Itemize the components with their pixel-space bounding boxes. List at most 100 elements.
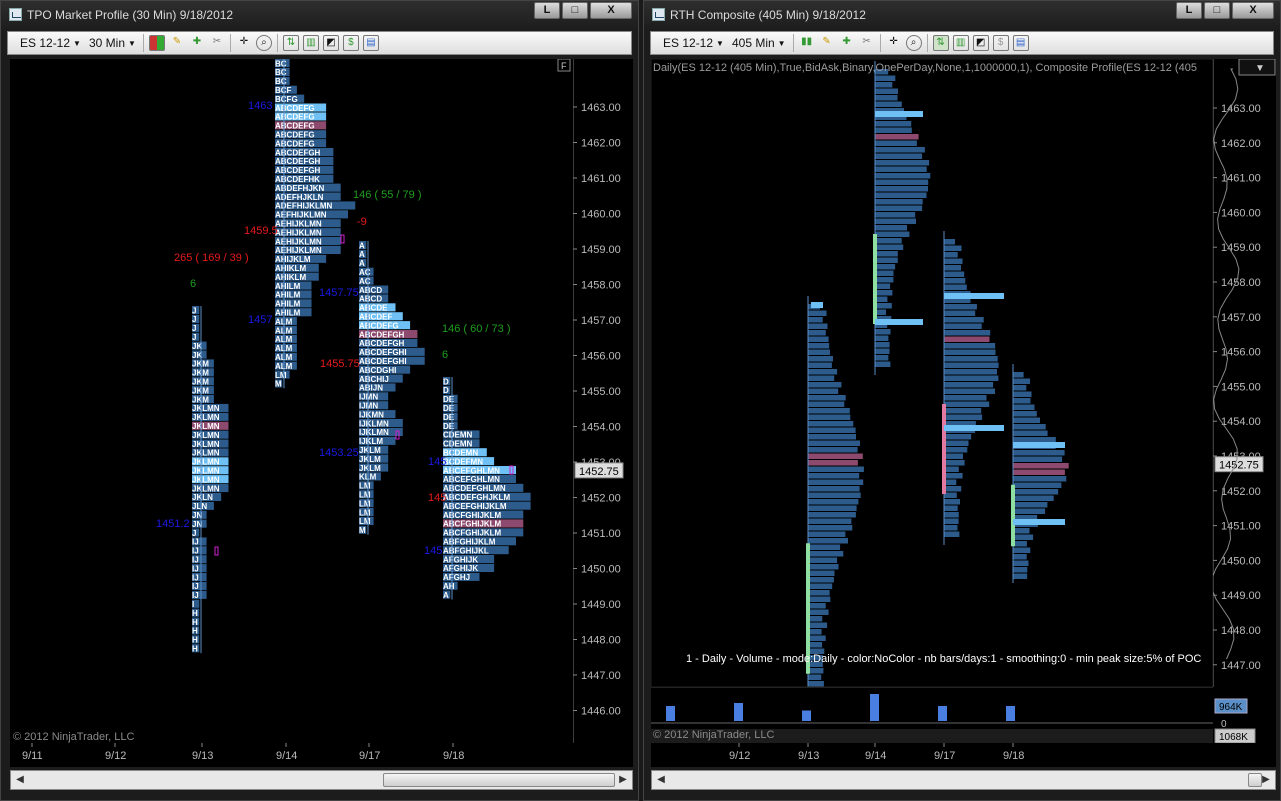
volume-bar xyxy=(944,252,958,258)
horizontal-scrollbar[interactable]: ◀ ▶ xyxy=(10,770,633,790)
volume-bar xyxy=(944,271,965,277)
chart-properties-icon[interactable]: ◩ xyxy=(972,35,989,51)
candlestick-icon[interactable]: ▮▮ xyxy=(799,35,815,51)
price-axis[interactable]: 1463.00 1462.00 1461.00 1460.00 1459.00 1458.… xyxy=(1211,58,1276,687)
close-button[interactable]: X xyxy=(590,2,632,19)
add-drawing-icon[interactable]: ✚ xyxy=(839,35,855,51)
copyright-text: © 2012 NinjaTrader, LLC xyxy=(653,729,775,741)
volume-node xyxy=(811,302,823,308)
price-axis[interactable]: 1463.00 1462.00 1461.00 1460.00 1459.00 1458.… xyxy=(572,59,633,743)
crosshair-icon[interactable]: ✛ xyxy=(886,35,902,51)
volume-axis-svg: 964K 0 1068K xyxy=(1214,698,1256,744)
horizontal-scrollbar[interactable]: ◀ ▶ xyxy=(651,770,1276,790)
volume-bar xyxy=(1013,476,1067,482)
scrollbar-thumb[interactable] xyxy=(383,773,615,787)
volume-bar xyxy=(875,127,912,133)
marker xyxy=(214,546,219,556)
volume-bar xyxy=(875,355,889,361)
tpo-letters: LM xyxy=(359,508,371,517)
volume-bar xyxy=(1013,437,1056,443)
volume-bar xyxy=(875,88,898,94)
remove-drawing-icon[interactable]: ✂ xyxy=(209,35,225,51)
tpo-letters: AEHIJKLMN xyxy=(275,228,322,237)
tpo-letters: JKLN xyxy=(192,493,213,502)
volume-bar xyxy=(944,323,982,329)
dollar-icon[interactable]: $ xyxy=(342,35,359,51)
scroll-right-icon[interactable]: ▶ xyxy=(616,773,630,787)
data-box-icon[interactable]: ▤ xyxy=(1012,35,1029,51)
crosshair-icon[interactable]: ✛ xyxy=(236,35,252,51)
dollar-icon[interactable]: $ xyxy=(992,35,1009,51)
data-box-icon[interactable]: ▤ xyxy=(362,35,379,51)
scroll-left-icon[interactable]: ◀ xyxy=(13,773,27,787)
volume-bar xyxy=(1013,547,1031,553)
chart-properties-icon[interactable]: ◩ xyxy=(322,35,339,51)
strategies-icon[interactable]: ⇅ xyxy=(932,35,949,51)
volume-bar xyxy=(944,434,972,440)
chevron-down-icon: ▼ xyxy=(716,38,724,48)
tpo-letters: JKLMN xyxy=(192,404,220,413)
add-drawing-icon[interactable]: ✚ xyxy=(189,35,205,51)
strategies-icon[interactable]: ⇅ xyxy=(282,35,299,51)
tpo-chart-panel[interactable]: J J J J JK JK JKM JKM JKM JKM JKM JKLMN JKLMN JKLMN JK… xyxy=(10,58,573,743)
instrument-selector[interactable]: ES 12-12 ▼ xyxy=(16,33,85,53)
drawing-pencil-icon[interactable]: ✎ xyxy=(169,35,185,51)
tpo-letters: ABCDEFGH xyxy=(359,330,405,339)
indicator-description: 1 - Daily - Volume - mode:Daily - color:… xyxy=(686,653,1202,665)
instrument-selector[interactable]: ES 12-12 ▼ xyxy=(659,33,728,53)
composite-profile-panel[interactable]: Daily(ES 12-12 (405 Min),True,BidAsk,Bin… xyxy=(650,58,1214,745)
volume-bar xyxy=(944,317,984,323)
tpo-letters: IJ xyxy=(192,556,199,565)
tpo-letters: H xyxy=(192,618,198,627)
time-axis[interactable]: 9/12 9/13 9/14 9/17 9/18 xyxy=(651,743,1276,767)
volume-axis[interactable]: 964K 0 1068K xyxy=(1213,687,1276,744)
zoom-icon[interactable]: ⌕ xyxy=(255,35,272,51)
time-axis[interactable]: 9/11 9/12 9/13 9/14 9/17 9/18 xyxy=(10,743,633,767)
maximize-button[interactable]: □ xyxy=(562,2,588,19)
maximize-button[interactable]: □ xyxy=(1204,2,1230,19)
volume-bar xyxy=(808,557,838,563)
volume-bar xyxy=(808,629,822,635)
period-selector[interactable]: 30 Min ▼ xyxy=(85,33,140,53)
tpo-letters: AEHIJKLMN xyxy=(275,220,322,229)
value-area-marker xyxy=(942,404,946,494)
volume-bar xyxy=(875,134,919,140)
tpo-letters: AEHIJKLMN xyxy=(275,237,322,246)
volume-bar xyxy=(944,388,995,394)
tpo-letters: ABCDEFG xyxy=(275,113,315,122)
volume-bar xyxy=(875,277,894,283)
indicators-icon[interactable]: ▥ xyxy=(302,35,319,51)
tpo-letters: JKLMN xyxy=(192,475,220,484)
volume-bar xyxy=(875,348,890,354)
indicators-icon[interactable]: ▥ xyxy=(952,35,969,51)
bar-type-icon[interactable] xyxy=(148,35,165,51)
scroll-left-icon[interactable]: ◀ xyxy=(654,773,668,787)
link-button[interactable]: L xyxy=(534,2,560,19)
volume-bar xyxy=(875,335,889,341)
tpo-letters: AHILM xyxy=(275,309,301,318)
tpo-letters: M xyxy=(275,380,282,389)
volume-bar xyxy=(808,395,846,401)
tpo-letters: BCF xyxy=(275,86,292,95)
close-button[interactable]: X xyxy=(1232,2,1274,19)
volume-bar xyxy=(808,434,856,440)
tpo-letters: IJ xyxy=(192,573,199,582)
volume-panel[interactable]: © 2012 NinjaTrader, LLC xyxy=(651,686,1213,741)
tpo-letters: JKLMN xyxy=(192,413,220,422)
volume-bar xyxy=(808,616,823,622)
tpo-letters: JKLM xyxy=(359,455,381,464)
window-title-bar[interactable]: TPO Market Profile (30 Min) 9/18/2012 L … xyxy=(1,1,638,29)
volume-bar xyxy=(944,531,960,537)
tpo-letters: JKLMN xyxy=(192,422,220,431)
zoom-icon[interactable]: ⌕ xyxy=(905,35,922,51)
volume-bar xyxy=(808,635,826,641)
drawing-pencil-icon[interactable]: ✎ xyxy=(819,35,835,51)
scroll-right-icon[interactable]: ▶ xyxy=(1259,773,1273,787)
volume-bar xyxy=(875,186,928,192)
tpo-letters: BCDEMN xyxy=(443,449,478,458)
period-selector[interactable]: 405 Min ▼ xyxy=(728,33,790,53)
link-button[interactable]: L xyxy=(1176,2,1202,19)
remove-drawing-icon[interactable]: ✂ xyxy=(859,35,875,51)
time-axis-svg: 9/11 9/12 9/13 9/14 9/17 9/18 xyxy=(22,743,464,762)
window-title-bar[interactable]: RTH Composite (405 Min) 9/18/2012 L □ X xyxy=(644,1,1280,29)
